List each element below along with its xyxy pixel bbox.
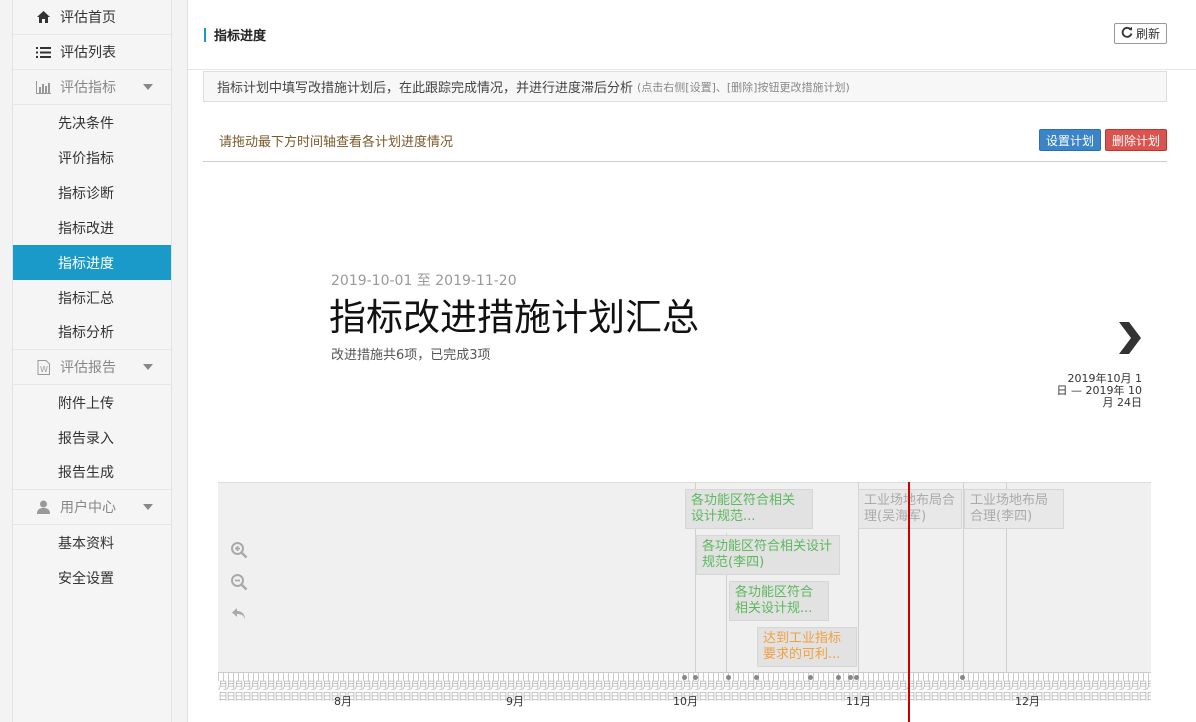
notice-hint: (点击右侧[设置]、[删除]按钮更改措施计划) (637, 80, 850, 94)
sidebar-item-attachment[interactable]: 附件上传 (13, 385, 171, 420)
notice-text: 指标计划中填写改措施计划后，在此跟踪完成情况，并进行进度滞后分析 (217, 81, 634, 96)
timeline-event-dot (693, 675, 698, 680)
slide-description: 改进措施共6项，已完成3项 (331, 348, 491, 363)
month-label: 11月 (846, 695, 871, 708)
user-icon (35, 499, 51, 515)
sidebar-item-analysis[interactable]: 指标分析 (13, 315, 171, 350)
timeline-event-dot (682, 675, 687, 680)
word-file-icon: W (35, 359, 51, 375)
main-panel: 指标进度 刷新 指标计划中填写改措施计划后，在此跟踪完成情况，并进行进度滞后分析… (187, 0, 1196, 722)
timeline-event[interactable]: 各功能区符合相关设计规... (729, 581, 829, 621)
svg-text:W: W (40, 365, 48, 374)
slide-title: 指标改进措施计划汇总 (329, 296, 699, 339)
sidebar-item-improvement[interactable]: 指标改进 (13, 210, 171, 245)
plan-toolbar: 请拖动最下方时间轴查看各计划进度情况 设置计划 删除计划 (203, 120, 1167, 162)
timeline-event[interactable]: 各功能区符合相关设计规范(李四) (696, 535, 840, 575)
timeline-event[interactable]: 工业场地布局合理(吴海军) (858, 489, 962, 529)
timeline-event-dot (808, 675, 813, 680)
zoom-out-icon[interactable] (228, 571, 250, 593)
page-title: 指标进度 (214, 29, 267, 44)
timeline-event-dot (854, 675, 859, 680)
bar-chart-icon (35, 79, 51, 95)
nav-section-user[interactable]: 用户中心 (13, 490, 171, 525)
timeline-event-dot (836, 675, 841, 680)
sidebar-item-prerequisite[interactable]: 先决条件 (13, 105, 171, 140)
timeline-event[interactable]: 达到工业指标要求的可利... (757, 627, 857, 667)
month-label: 9月 (506, 695, 524, 708)
back-to-start-icon[interactable] (228, 603, 250, 625)
nav-list[interactable]: 评估列表 (13, 35, 171, 70)
sidebar-item-evaluation[interactable]: 评价指标 (13, 140, 171, 175)
page-header: 指标进度 (188, 0, 1196, 70)
nav-section-report[interactable]: W 评估报告 (13, 350, 171, 385)
refresh-icon (1121, 26, 1133, 41)
timeline-event-dot (848, 675, 853, 680)
set-plan-button[interactable]: 设置计划 (1038, 129, 1101, 151)
sidebar-item-report-entry[interactable]: 报告录入 (13, 420, 171, 455)
sidebar-item-security[interactable]: 安全设置 (13, 560, 171, 595)
timeline-event-dot (960, 675, 965, 680)
zoom-in-icon[interactable] (228, 539, 250, 561)
home-icon (35, 9, 51, 25)
timeline-axis[interactable]: 月月月月月月月月月月月月月月月月月月月月月月月月月月月月月月月月月月月月月月月月… (218, 672, 1151, 722)
list-icon (35, 44, 51, 60)
timeline-event[interactable]: 各功能区符合相关设计规范... (685, 489, 813, 529)
refresh-button[interactable]: 刷新 (1113, 23, 1167, 44)
next-slide-arrow-icon[interactable] (1115, 318, 1145, 358)
timeline-navigator[interactable]: 各功能区符合相关设计规范... 各功能区符合相关设计规范(李四) 各功能区符合相… (218, 482, 1151, 672)
timeline-event-dot (754, 675, 759, 680)
chevron-down-icon (143, 84, 153, 90)
timeline-event-dot (726, 675, 731, 680)
chevron-down-icon (143, 364, 153, 370)
header-accent-bar (204, 27, 206, 42)
current-time-line (908, 482, 910, 722)
chevron-down-icon (143, 504, 153, 510)
nav-home[interactable]: 评估首页 (13, 0, 171, 35)
drag-tip: 请拖动最下方时间轴查看各计划进度情况 (219, 135, 454, 150)
sidebar-item-diagnosis[interactable]: 指标诊断 (13, 175, 171, 210)
info-notice: 指标计划中填写改措施计划后，在此跟踪完成情况，并进行进度滞后分析 (点击右侧[设… (203, 71, 1167, 102)
month-label: 12月 (1015, 695, 1040, 708)
sidebar: 评估首页 评估列表 评估指标 先决条件 评价指标 指标诊断 指标改进 指标进度 … (12, 0, 172, 722)
delete-plan-button[interactable]: 删除计划 (1104, 129, 1167, 151)
nav-section-indicator[interactable]: 评估指标 (13, 70, 171, 105)
sidebar-item-summary[interactable]: 指标汇总 (13, 280, 171, 315)
month-label: 8月 (334, 695, 352, 708)
next-slide-range[interactable]: 2019年10月 1 日 — 2019年 10月 24日 (1056, 373, 1142, 409)
sidebar-item-profile[interactable]: 基本资料 (13, 525, 171, 560)
sidebar-item-progress[interactable]: 指标进度 (13, 245, 171, 280)
month-label: 10月 (673, 695, 698, 708)
sidebar-item-report-generate[interactable]: 报告生成 (13, 455, 171, 490)
timeline-event[interactable]: 工业场地布局合理(李四) (964, 489, 1064, 529)
